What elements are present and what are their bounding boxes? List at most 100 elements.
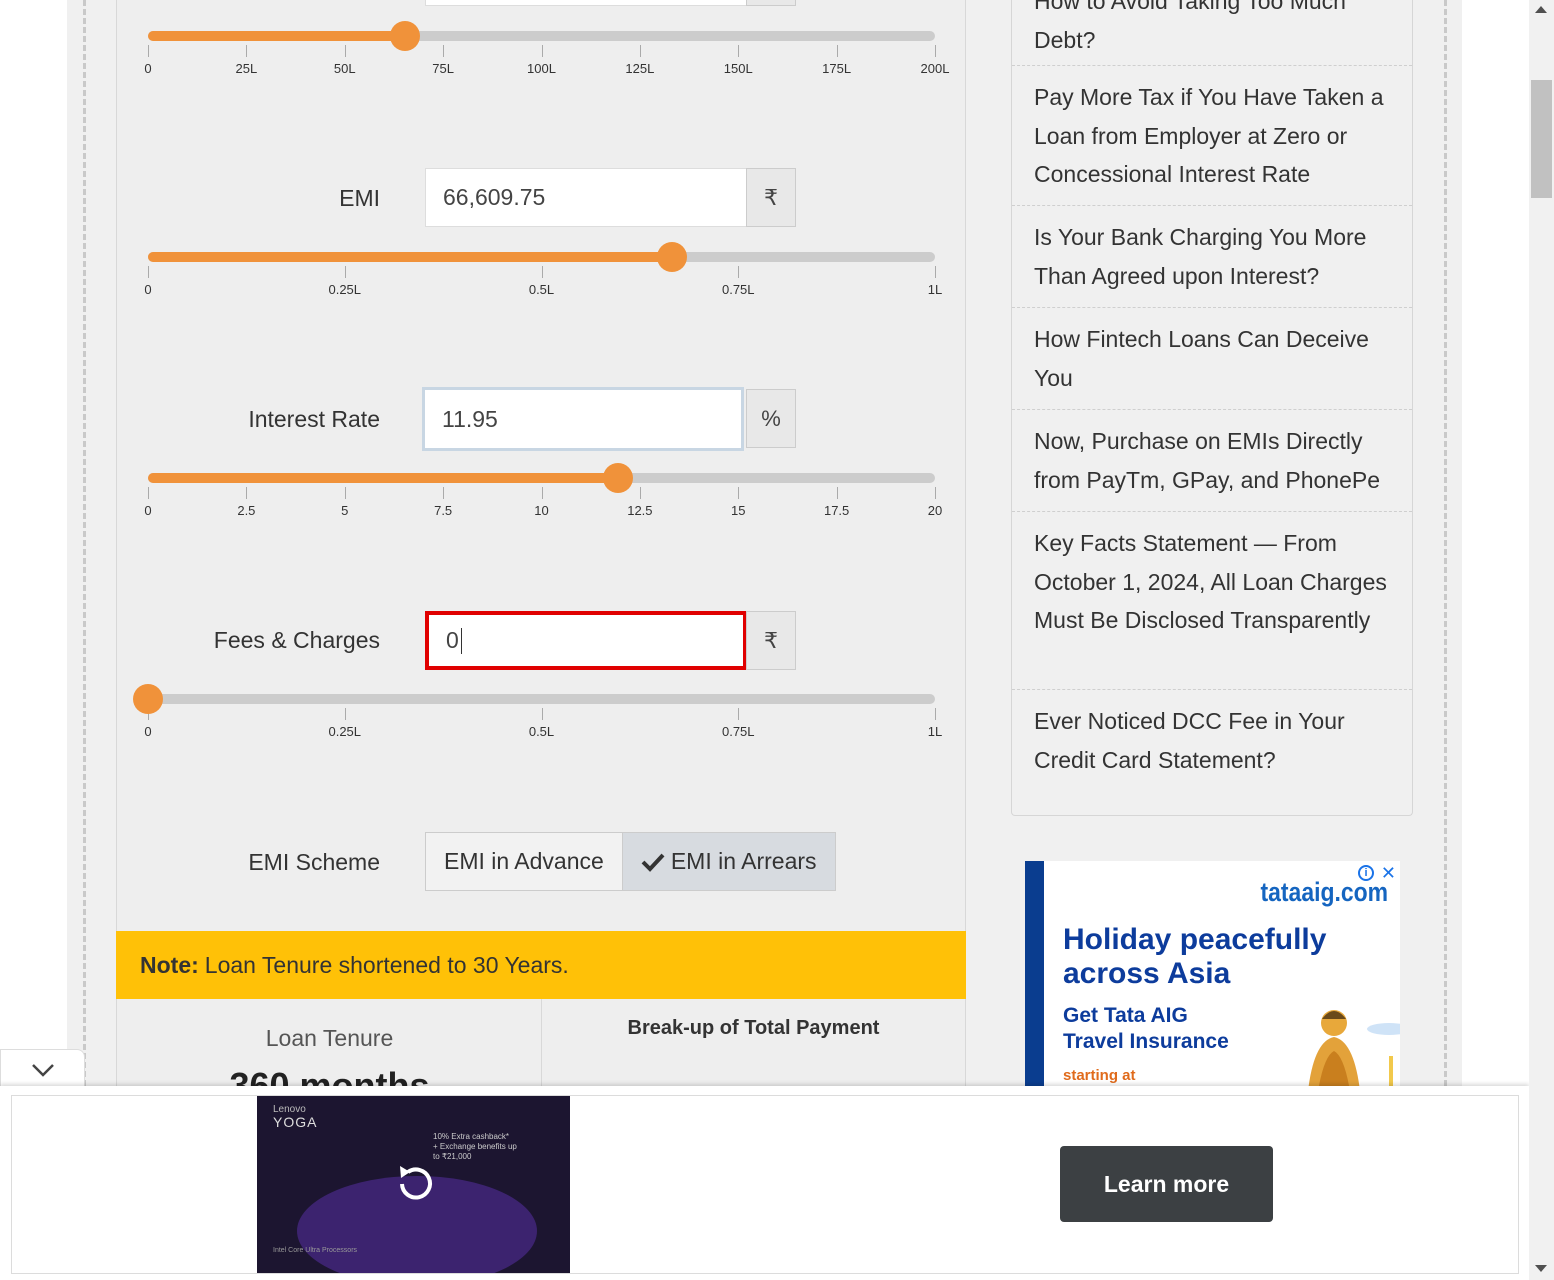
- sidebar-article-link[interactable]: Is Your Bank Charging You More Than Agre…: [1012, 218, 1412, 295]
- slider-tick: [541, 266, 543, 278]
- slider-tick-label: 0.75L: [721, 282, 755, 297]
- buddha-statue-icon: [1308, 1010, 1400, 1086]
- slider-fill: [148, 473, 619, 483]
- video-brand-large: YOGA: [273, 1114, 318, 1130]
- slider-tick: [148, 45, 149, 57]
- scrollbar-thumb[interactable]: [1531, 80, 1552, 198]
- fees-charges-label: Fees & Charges: [213, 627, 380, 653]
- slider-tick: [148, 266, 149, 278]
- slider-tick-label: 25L: [235, 61, 258, 76]
- loan-amount-addon: [746, 0, 796, 6]
- sidebar-divider: [1012, 689, 1412, 690]
- emi-label: EMI: [339, 185, 380, 211]
- slider-track[interactable]: [148, 694, 935, 704]
- slider-tick: [836, 45, 838, 57]
- interest-rate-label: Interest Rate: [248, 406, 380, 432]
- slider-tick: [443, 45, 445, 57]
- text-caret: [460, 627, 463, 654]
- slider-tick-label: 0.75L: [721, 724, 755, 739]
- slider-tick: [246, 45, 248, 57]
- interest-rate-value: 11.95: [442, 405, 498, 432]
- emi-scheme-toggle: EMI in Advance EMI in Arrears: [425, 832, 836, 891]
- slider-tick: [738, 266, 740, 278]
- breakup-title: Break-up of Total Payment: [627, 1017, 880, 1039]
- chevron-down-icon: [31, 1063, 54, 1077]
- replay-icon[interactable]: [394, 1162, 434, 1206]
- tata-aig-ad[interactable]: i ✕ tataaig.com Holiday peacefully acros…: [1025, 861, 1400, 1086]
- ad-headline-line-1: Holiday peacefully: [1063, 923, 1327, 956]
- slider-thumb[interactable]: [133, 684, 163, 714]
- fees-charges-input[interactable]: 0: [425, 611, 747, 670]
- slider-tick-label: 7.5: [434, 503, 453, 518]
- slider-tick: [541, 45, 543, 57]
- interest-rate-slider[interactable]: 0 2.5 5 7.5 10 12.5 15 17.5 20: [144, 463, 942, 518]
- slider-tick-label: 17.5: [823, 503, 850, 518]
- slider-tick-label: 0: [144, 282, 152, 297]
- slider-thumb[interactable]: [657, 242, 688, 272]
- loan-tenure-label: Loan Tenure: [265, 1025, 394, 1051]
- video-offer-line-1: 10% Extra cashback*: [433, 1132, 510, 1141]
- ad-headline: Holiday peacefully across Asia: [1063, 923, 1326, 991]
- slider-tick: [738, 708, 740, 720]
- interest-rate-input[interactable]: 11.95: [422, 387, 744, 451]
- slider-thumb[interactable]: [389, 21, 420, 51]
- emi-input[interactable]: 66,609.75: [425, 168, 747, 227]
- sidebar-article-link[interactable]: Pay More Tax if You Have Taken a Loan fr…: [1012, 78, 1412, 194]
- sidebar-article-link[interactable]: How to Avoid Taking Too Much Debt?: [1012, 0, 1412, 59]
- slider-tick: [246, 487, 248, 499]
- video-offer-line-2: + Exchange benefits up to ₹21,000: [433, 1142, 517, 1161]
- sidebar-divider: [1012, 65, 1412, 66]
- fees-charges-value: 0: [446, 627, 459, 653]
- sidebar-divider: [1012, 409, 1412, 410]
- slider-tick: [541, 487, 543, 499]
- fees-currency-addon: ₹: [746, 611, 796, 670]
- slider-tick: [836, 487, 838, 499]
- slider-tick-label: 5: [341, 503, 349, 518]
- sidebar-divider: [1012, 511, 1412, 512]
- dashed-border-right: [1444, 0, 1447, 1086]
- slider-tick: [344, 487, 346, 499]
- ad-sub-line-2: Travel Insurance: [1063, 1030, 1229, 1053]
- slider-tick-label: 0.25L: [328, 282, 362, 297]
- emi-in-advance-button[interactable]: EMI in Advance: [426, 833, 622, 890]
- ad-brand: tataaig.com: [1260, 877, 1388, 907]
- slider-tick: [738, 487, 740, 499]
- ad-video-player[interactable]: Lenovo YOGA 10% Extra cashback* + Exchan…: [257, 1096, 570, 1273]
- scroll-down-arrow-icon[interactable]: [1535, 1265, 1547, 1272]
- slider-tick-label: 0.5L: [528, 282, 555, 297]
- ad-starting-at: starting at: [1063, 1067, 1136, 1084]
- slider-tick-label: 0: [144, 61, 152, 76]
- loan-tenure-result: Loan Tenure 360 months: [117, 999, 542, 1086]
- slider-tick-label: 1L: [927, 724, 943, 739]
- slider-tick-label: 100L: [527, 61, 556, 76]
- slider-tick: [935, 708, 936, 720]
- learn-more-button[interactable]: Learn more: [1060, 1146, 1273, 1222]
- collapse-ad-button[interactable]: [0, 1049, 85, 1089]
- scroll-up-arrow-icon[interactable]: [1535, 6, 1547, 13]
- slider-tick: [935, 266, 936, 278]
- emi-in-arrears-button[interactable]: EMI in Arrears: [621, 833, 835, 890]
- note-banner: Note: Loan Tenure shortened to 30 Years.: [116, 931, 966, 999]
- fees-charges-slider[interactable]: 0 0.25L 0.5L 0.75L 1L: [133, 684, 942, 739]
- sidebar-article-link[interactable]: Ever Noticed DCC Fee in Your Credit Card…: [1012, 702, 1412, 779]
- loan-amount-slider[interactable]: 0 25L 50L 75L 100L 125L 150L 175L 200L: [144, 21, 949, 76]
- slider-tick: [344, 708, 346, 720]
- ad-sub-line-1: Get Tata AIG: [1063, 1004, 1188, 1027]
- slider-tick-label: 200L: [920, 61, 950, 76]
- slider-fill: [148, 252, 673, 262]
- slider-fill: [148, 31, 405, 41]
- emi-slider[interactable]: 0 0.25L 0.5L 0.75L 1L: [144, 242, 942, 297]
- sidebar-article-link[interactable]: Now, Purchase on EMIs Directly from PayT…: [1012, 422, 1412, 499]
- emi-calculator-panel: [116, 0, 966, 1086]
- slider-tick-label: 12.5: [627, 503, 653, 518]
- slider-tick: [639, 487, 641, 499]
- slider-tick-label: 1L: [927, 282, 943, 297]
- slider-tick: [148, 487, 149, 499]
- loan-amount-input[interactable]: [425, 0, 747, 6]
- slider-tick-label: 0.5L: [528, 724, 555, 739]
- dashed-border-left: [83, 0, 86, 1086]
- sidebar-article-link[interactable]: Key Facts Statement — From October 1, 20…: [1012, 524, 1412, 640]
- payment-breakup: Break-up of Total Payment: [542, 999, 965, 1086]
- sidebar-article-link[interactable]: How Fintech Loans Can Deceive You: [1012, 320, 1412, 397]
- emi-value: 66,609.75: [443, 184, 546, 210]
